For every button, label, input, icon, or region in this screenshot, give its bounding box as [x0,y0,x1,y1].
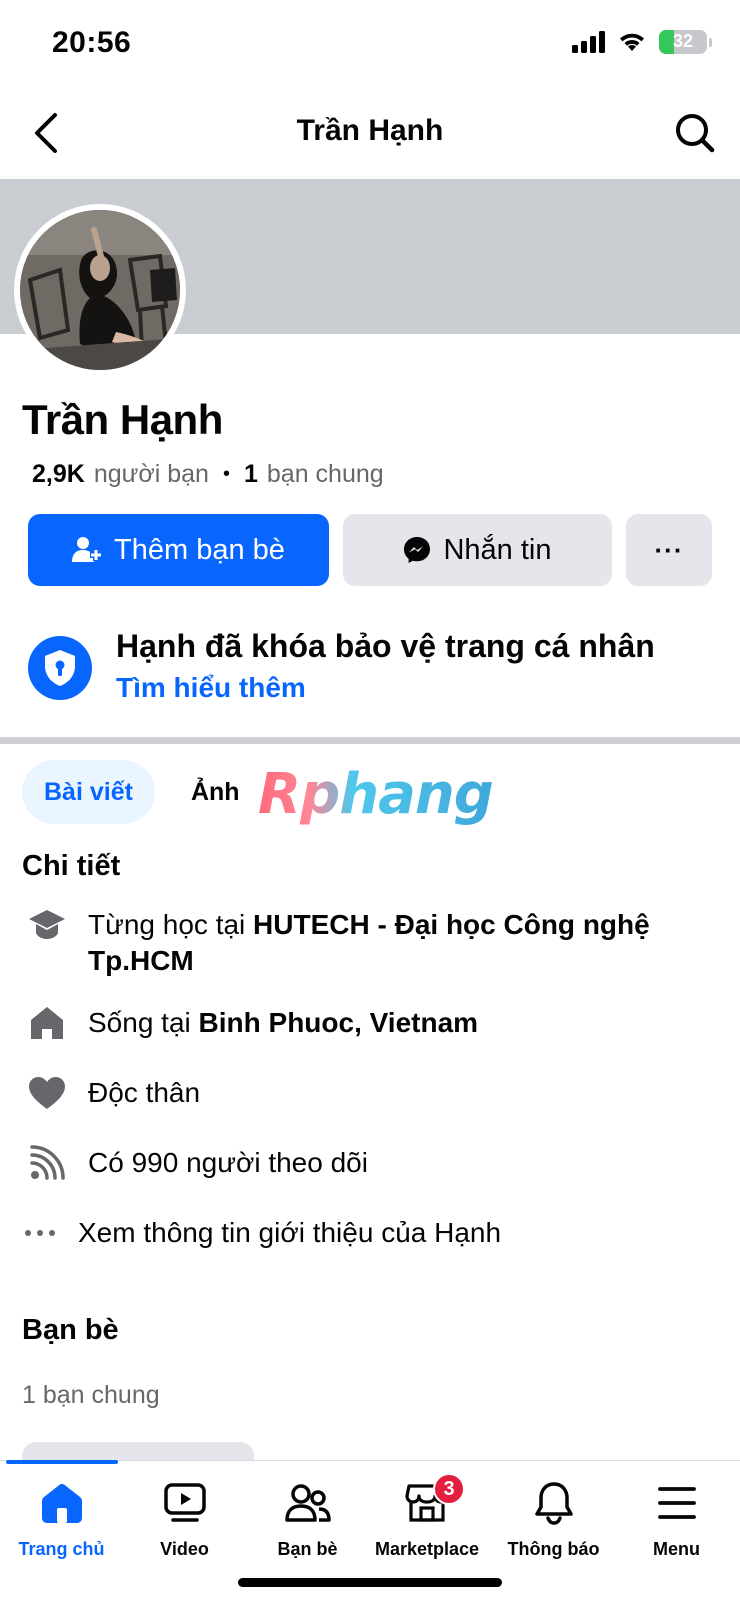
nav-video[interactable]: Video [123,1479,246,1569]
learn-more-link[interactable]: Tìm hiểu thêm [116,672,306,704]
shield-lock-icon [28,636,92,700]
bell-icon [530,1479,578,1527]
detail-location-prefix: Sống tại [88,1007,199,1038]
tab-photos[interactable]: Ảnh [155,760,260,824]
profile-avatar[interactable] [14,204,186,376]
nav-marketplace-label: Marketplace [374,1539,480,1559]
detail-followers[interactable]: Có 990 người theo dõi [26,1142,726,1184]
nav-video-label: Video [160,1539,209,1559]
rss-icon [26,1142,68,1184]
more-options-button[interactable]: ··· [626,514,712,586]
detail-location-value: Binh Phuoc, Vietnam [198,1007,479,1038]
friends-count: 2,9K [32,460,85,488]
detail-relationship: Độc thân [26,1072,726,1114]
graduation-cap-icon [26,904,68,946]
nav-home[interactable]: Trang chủ [0,1479,123,1569]
wifi-icon [620,33,644,51]
marketplace-badge: 3 [433,1473,465,1505]
friends-subtitle: 1 bạn chung [22,1381,160,1409]
marketplace-icon: 3 [403,1473,465,1527]
add-friend-button[interactable]: Thêm bạn bè [28,514,329,586]
mutual-label: bạn chung [266,460,384,488]
more-options-label: ··· [654,534,684,565]
tab-posts[interactable]: Bài viết [22,760,155,824]
add-friend-icon [72,535,103,565]
avatar-photo [20,210,180,370]
home-icon [26,1002,68,1044]
status-bar: 20:56 32 [0,0,740,90]
profile-tabs: Bài viết Ảnh [22,760,260,824]
cellular-signal-icon [572,31,605,53]
profile-header: Trần Hạnh [0,92,740,178]
search-button[interactable] [670,108,720,158]
menu-icon [653,1479,701,1527]
nav-notifications[interactable]: Thông báo [492,1479,615,1569]
heart-icon [26,1072,68,1114]
detail-see-about[interactable]: Xem thông tin giới thiệu của Hạnh [22,1212,722,1254]
header-title: Trần Hạnh [296,114,444,147]
friends-title: Bạn bè [22,1314,119,1346]
nav-home-label: Trang chủ [18,1539,105,1559]
details-title: Chi tiết [22,850,121,882]
profile-actions: Thêm bạn bè Nhắn tin ··· [28,514,712,586]
watermark-logo: Rphang [258,762,494,827]
home-indicator [238,1578,502,1587]
mutual-count: 1 [243,460,258,488]
detail-followers-text: Có 990 người theo dõi [88,1147,368,1178]
status-icons: 32 [572,30,712,54]
profile-name: Trần Hạnh [22,396,223,443]
locked-profile-title: Hạnh đã khóa bảo vệ trang cá nhân [116,628,655,664]
battery-icon: 32 [659,30,707,54]
see-about-text: Xem thông tin giới thiệu của Hạnh [78,1217,502,1248]
detail-location: Sống tại Binh Phuoc, Vietnam [26,1002,726,1044]
status-time: 20:56 [52,26,132,59]
video-icon [161,1479,209,1527]
friends-icon [284,1479,332,1527]
nav-menu[interactable]: Menu [615,1479,738,1569]
search-icon [676,114,715,153]
battery-percent: 32 [672,31,694,51]
message-label: Nhắn tin [443,533,552,566]
nav-marketplace[interactable]: 3 Marketplace [362,1473,492,1569]
message-button[interactable]: Nhắn tin [343,514,612,586]
friends-label: người bạn [93,460,209,488]
more-dots-icon [22,1212,58,1254]
battery-tip [709,37,712,47]
home-icon [38,1479,86,1527]
section-divider [0,737,740,744]
nav-notifications-label: Thông báo [507,1539,600,1559]
active-tab-indicator [6,1460,118,1464]
locked-profile-notice: Hạnh đã khóa bảo vệ trang cá nhân Tìm hi… [28,628,728,708]
friend-stats[interactable]: 2,9K người bạn • 1 bạn chung [32,460,384,489]
detail-education-prefix: Từng học tại [88,909,254,940]
messenger-icon [403,536,431,564]
nav-friends-label: Bạn bè [277,1539,338,1559]
nav-menu-label: Menu [653,1539,700,1559]
detail-relationship-text: Độc thân [88,1077,201,1108]
detail-education: Từng học tại HUTECH - Đại học Công nghệ … [26,904,726,979]
separator-dot: • [222,463,230,485]
nav-friends[interactable]: Bạn bè [246,1479,369,1569]
add-friend-label: Thêm bạn bè [114,533,285,566]
